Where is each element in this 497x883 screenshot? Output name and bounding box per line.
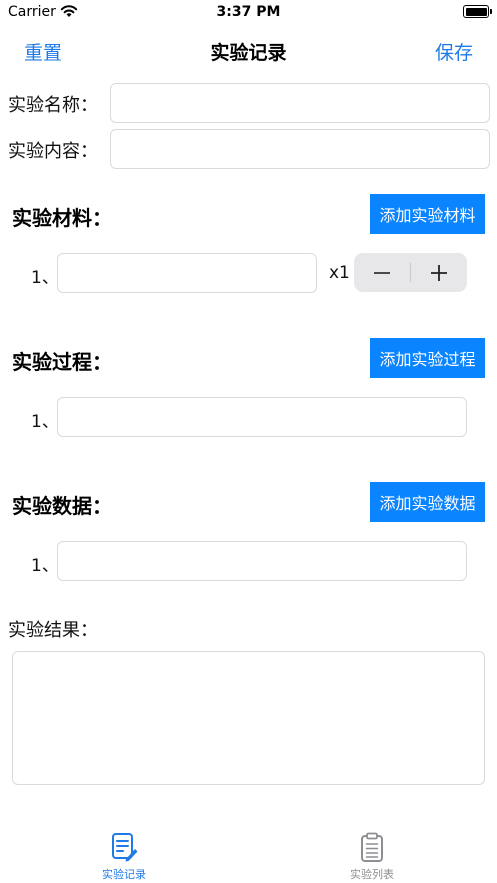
increment-button[interactable] xyxy=(411,253,467,292)
tab-list[interactable]: 实验列表 xyxy=(248,830,496,883)
materials-title: 实验材料： xyxy=(12,206,112,230)
tab-list-label: 实验列表 xyxy=(350,868,394,881)
quantity-stepper[interactable] xyxy=(354,253,467,292)
tab-record[interactable]: 实验记录 xyxy=(0,830,248,883)
add-data-button[interactable]: 添加实验数据 xyxy=(370,482,485,522)
battery-icon xyxy=(463,5,492,18)
status-time: 3:37 PM xyxy=(216,4,281,20)
edit-document-icon xyxy=(112,833,138,862)
result-textarea[interactable] xyxy=(12,651,485,785)
data-title: 实验数据： xyxy=(12,494,112,518)
save-button[interactable]: 保存 xyxy=(435,38,473,65)
data-input[interactable] xyxy=(57,541,467,581)
add-process-button[interactable]: 添加实验过程 xyxy=(370,338,485,378)
process-title: 实验过程： xyxy=(12,350,112,374)
tab-record-label: 实验记录 xyxy=(102,868,146,881)
plus-icon xyxy=(431,264,447,281)
content-label: 实验内容： xyxy=(8,141,98,162)
name-input[interactable] xyxy=(110,83,490,123)
clipboard-list-icon xyxy=(361,832,383,862)
material-index: 1、 xyxy=(31,268,59,288)
process-input[interactable] xyxy=(57,397,467,437)
content-input[interactable] xyxy=(110,129,490,169)
process-index: 1、 xyxy=(31,412,59,432)
add-material-button[interactable]: 添加实验材料 xyxy=(370,194,485,234)
result-label: 实验结果： xyxy=(8,620,98,641)
name-label: 实验名称： xyxy=(8,95,98,116)
material-quantity: x1 xyxy=(329,263,350,283)
page-title: 实验记录 xyxy=(210,42,287,64)
data-index: 1、 xyxy=(31,556,59,576)
material-input[interactable] xyxy=(57,253,317,293)
decrement-button[interactable] xyxy=(354,253,410,292)
minus-icon xyxy=(374,271,390,274)
